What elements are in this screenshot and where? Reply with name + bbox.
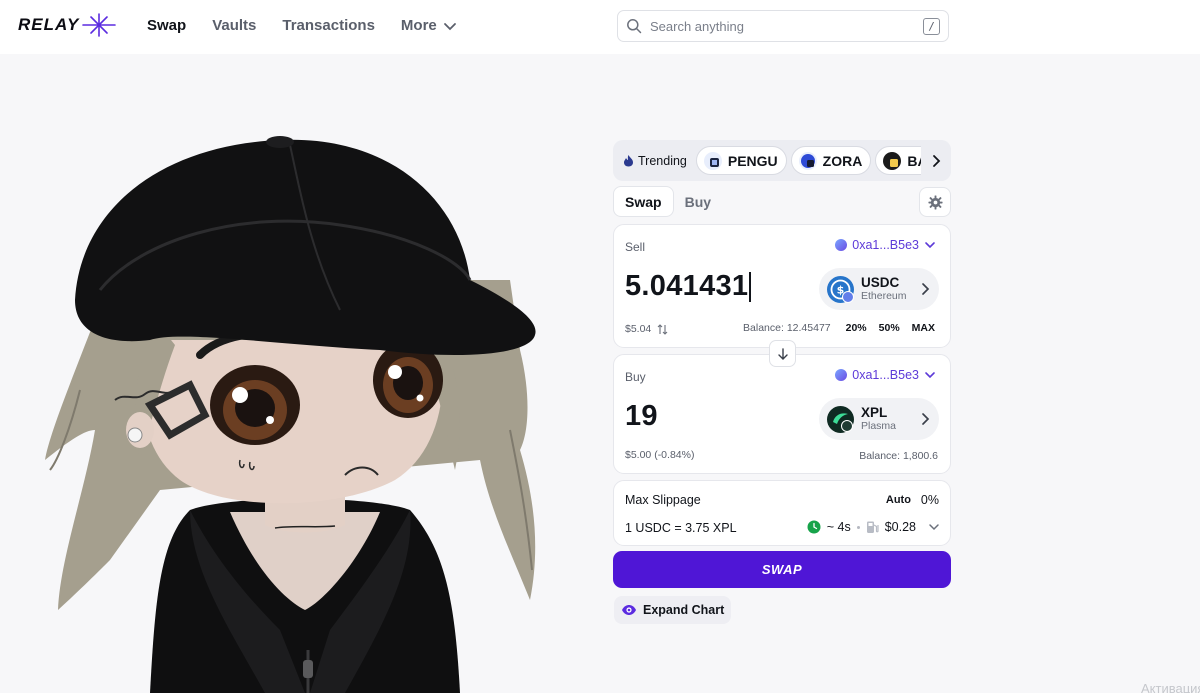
buy-label: Buy (625, 370, 646, 384)
nav-transactions[interactable]: Transactions (282, 17, 375, 34)
relay-star-icon (82, 13, 117, 37)
chevron-down-icon (929, 524, 939, 531)
relay-logo[interactable]: RELAY (18, 12, 117, 38)
slippage-card[interactable]: Max Slippage Auto 0% 1 USDC = 3.75 XPL ~… (613, 480, 951, 546)
route-summary[interactable]: ~ 4s $0.28 (807, 520, 940, 534)
trending-chip-pengu[interactable]: PENGU (695, 146, 787, 175)
max-slippage-label: Max Slippage (625, 493, 701, 507)
wallet-avatar-icon (835, 239, 848, 251)
trending-chip-zora[interactable]: ZORA (790, 146, 872, 175)
separator-dot (856, 525, 860, 529)
search-input[interactable] (650, 18, 923, 34)
trending-label: Trending (623, 154, 687, 168)
network-fee: $0.28 (884, 520, 916, 534)
swap-button[interactable]: SWAP (613, 551, 951, 588)
widget-tabs: Swap Buy (613, 186, 722, 217)
exchange-rate: 1 USDC = 3.75 XPL (625, 521, 737, 535)
sell-amount-value: 5.041431 (625, 270, 749, 302)
buy-balance: Balance: 1,800.6 (859, 450, 938, 462)
arrow-down-icon (777, 347, 788, 360)
flip-direction-button[interactable] (769, 340, 796, 367)
relay-wordmark: RELAY (18, 15, 80, 34)
buy-card: Buy 0xa1...B5e3 19 XPL Plasma $5.00 (-0.… (613, 354, 951, 474)
trending-next-button[interactable] (921, 140, 951, 181)
xpl-token-icon (827, 405, 854, 433)
slippage-value: 0% (920, 493, 939, 507)
chevron-down-icon (925, 372, 935, 379)
buy-token-chain: Plasma (861, 420, 897, 432)
chevron-down-icon (443, 22, 456, 30)
estimated-time: ~ 4s (826, 520, 851, 534)
max-button[interactable]: MAX (909, 320, 938, 336)
top-navigation-bar: RELAY Swap Vaults Transactions More / (0, 0, 1200, 54)
nav-vaults[interactable]: Vaults (212, 17, 256, 34)
sell-balance: Balance: 12.45477 (743, 322, 831, 334)
settings-button[interactable] (919, 187, 951, 217)
trending-chip-label: ZORA (822, 152, 863, 169)
buy-usd-row: $5.00 (-0.84%) (625, 449, 694, 461)
search-shortcut-key: / (923, 17, 940, 35)
sell-balance-row: Balance: 12.45477 20% 50% MAX (743, 320, 938, 336)
sell-token-info: USDC Ethereum (861, 275, 907, 303)
sell-card: Sell 0xa1...B5e3 5.041431 $ USDC Ethereu… (613, 224, 951, 348)
sell-usd-value: $5.04 (625, 323, 652, 335)
sell-wallet-selector[interactable]: 0xa1...B5e3 (835, 238, 936, 252)
trending-chip-label: PENGU (727, 152, 778, 169)
chevron-right-icon (922, 413, 930, 425)
buy-token-selector[interactable]: XPL Plasma (819, 398, 939, 440)
expand-chart-button[interactable]: Expand Chart (614, 596, 732, 624)
anime-character-illustration (45, 136, 536, 693)
sell-token-symbol: USDC (861, 275, 900, 290)
sell-wallet-address: 0xa1...B5e3 (852, 238, 919, 252)
tab-swap[interactable]: Swap (613, 186, 674, 217)
swap-vertical-icon[interactable] (657, 323, 668, 335)
slippage-mode: Auto (885, 494, 911, 506)
percent-20-button[interactable]: 20% (843, 320, 870, 336)
expand-chart-label: Expand Chart (643, 603, 725, 617)
zora-token-icon (798, 151, 817, 170)
usdc-token-icon: $ (827, 275, 854, 303)
clock-icon (807, 520, 821, 534)
windows-activation-watermark: Активация Windows (1141, 681, 1200, 693)
wallet-avatar-icon (835, 369, 848, 381)
eye-icon (622, 605, 636, 615)
tab-buy[interactable]: Buy (674, 186, 722, 217)
sell-amount-input[interactable]: 5.041431 (625, 270, 751, 303)
pengu-token-icon (703, 151, 722, 170)
buy-token-info: XPL Plasma (861, 405, 896, 433)
buy-balance-row: Balance: 1,800.6 (859, 450, 938, 462)
search-icon (627, 19, 642, 34)
buy-usd-value: $5.00 (-0.84%) (625, 449, 695, 461)
nav-more[interactable]: More (401, 17, 457, 34)
trending-bar: Trending PENGU ZORA BA (613, 140, 951, 181)
buy-amount-input[interactable]: 19 (625, 400, 658, 433)
chevron-right-icon (933, 154, 941, 167)
sell-usd-row: $5.04 (625, 323, 668, 335)
main-nav: Swap Vaults Transactions More (147, 17, 457, 34)
buy-token-symbol: XPL (861, 405, 888, 420)
ba-token-icon (883, 151, 902, 170)
gas-pump-icon (866, 521, 879, 533)
buy-amount-value: 19 (625, 400, 658, 432)
buy-wallet-selector[interactable]: 0xa1...B5e3 (835, 368, 936, 382)
sell-token-chain: Ethereum (861, 290, 907, 302)
text-cursor (749, 271, 751, 302)
nav-more-label: More (400, 17, 437, 34)
search-box[interactable]: / (617, 10, 949, 42)
gear-icon (927, 194, 943, 210)
chevron-down-icon (925, 242, 935, 249)
chevron-right-icon (922, 283, 930, 295)
buy-wallet-address: 0xa1...B5e3 (852, 368, 919, 382)
trending-text: Trending (638, 153, 687, 168)
slippage-setting[interactable]: Auto 0% (886, 493, 939, 507)
flame-icon (624, 155, 633, 167)
nav-swap[interactable]: Swap (147, 17, 186, 34)
sell-label: Sell (625, 240, 646, 254)
percent-50-button[interactable]: 50% (876, 320, 903, 336)
sell-token-selector[interactable]: $ USDC Ethereum (819, 268, 939, 310)
